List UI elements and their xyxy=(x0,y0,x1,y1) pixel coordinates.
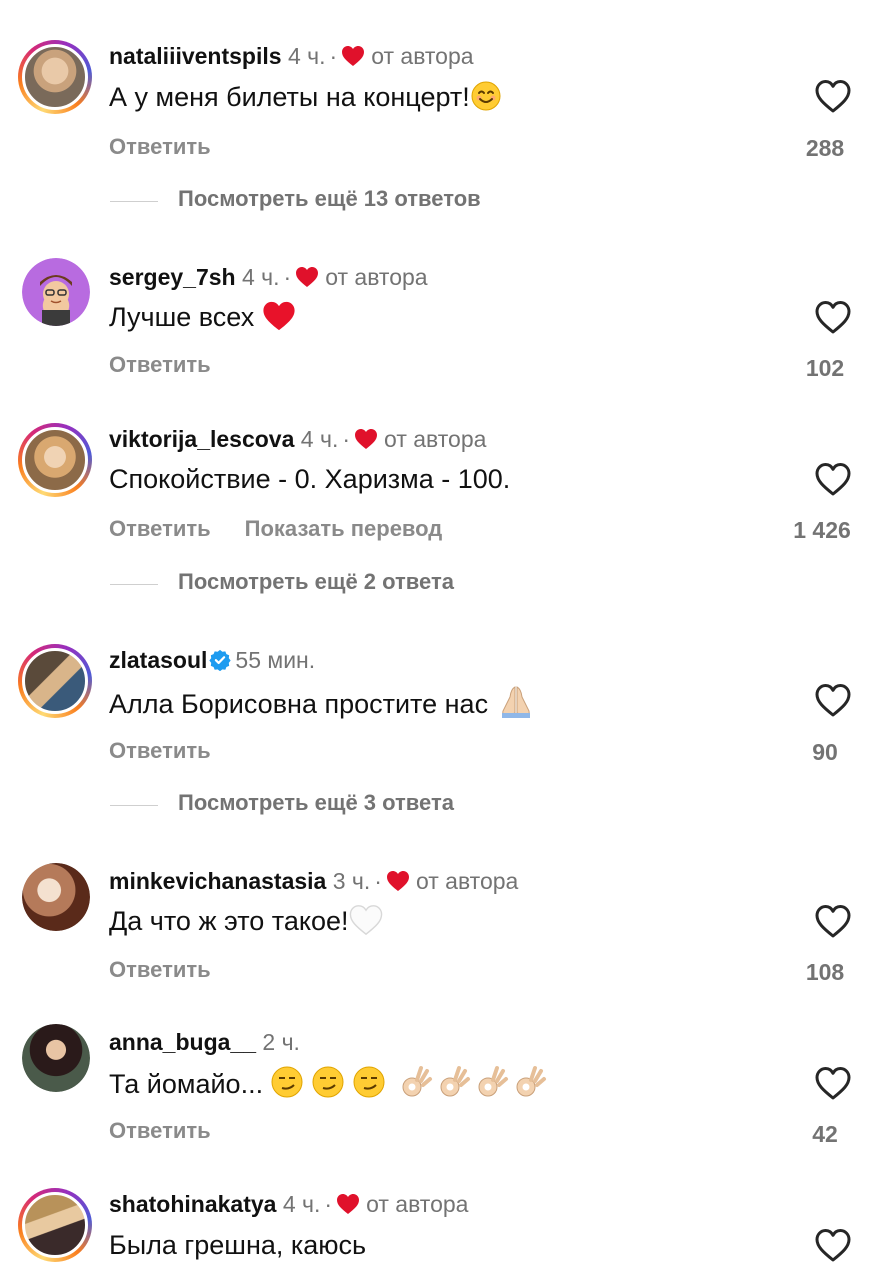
heart-outline-icon[interactable] xyxy=(814,461,852,497)
show-translation-button[interactable]: Показать перевод xyxy=(245,516,443,541)
comment-text-row: Алла Борисовна простите нас xyxy=(109,683,536,721)
view-more-replies-label[interactable]: Посмотреть ещё 13 ответов xyxy=(178,186,481,212)
like-count: 42 xyxy=(812,1121,838,1147)
comment-text: Та йомайо... xyxy=(109,1069,264,1099)
username[interactable]: viktorija_lescova xyxy=(109,426,294,452)
reply-button[interactable]: Ответить xyxy=(109,738,211,763)
reply-button[interactable]: Ответить xyxy=(109,1118,211,1143)
username[interactable]: zlatasoul xyxy=(109,647,207,673)
comment-actions: Ответить Показать перевод xyxy=(109,516,442,542)
comment-text: Да что ж это такое! xyxy=(109,906,349,936)
username[interactable]: shatohinakatya xyxy=(109,1191,276,1217)
author-liked-label: от автора xyxy=(325,264,428,290)
username[interactable]: anna_buga__ xyxy=(109,1029,256,1055)
username[interactable]: sergey_7sh xyxy=(109,264,236,290)
comment-meta: shatohinakatya 4 ч. · от автора xyxy=(109,1190,468,1218)
like-count: 90 xyxy=(812,739,838,765)
reply-button[interactable]: Ответить xyxy=(109,957,211,982)
avatar[interactable] xyxy=(22,863,90,931)
heart-filled-icon xyxy=(386,870,410,892)
reply-button[interactable]: Ответить xyxy=(109,134,211,159)
like-count: 1 426 xyxy=(793,517,851,543)
memoji-icon xyxy=(40,275,72,326)
comment-meta: sergey_7sh 4 ч. · от автора xyxy=(109,263,428,291)
comment-time: 2 ч. xyxy=(262,1029,300,1055)
comment-time: 4 ч. xyxy=(287,43,326,69)
comment-time: 3 ч. xyxy=(332,868,371,894)
view-more-replies[interactable]: Посмотреть ещё 3 ответа xyxy=(110,790,810,820)
white-heart-emoji-icon xyxy=(349,905,382,936)
author-liked-label: от автора xyxy=(366,1191,469,1217)
author-liked-label: от автора xyxy=(384,426,487,452)
avatar[interactable] xyxy=(18,1188,92,1262)
folded-hands-emoji-icon xyxy=(501,686,530,718)
heart-filled-icon xyxy=(341,45,365,67)
red-heart-emoji-icon xyxy=(263,301,295,331)
heart-outline-icon[interactable] xyxy=(814,78,852,114)
heart-filled-icon xyxy=(354,428,378,450)
comment-actions: Ответить xyxy=(109,738,211,764)
username[interactable]: nataliiiventspils xyxy=(109,43,282,69)
like-count: 288 xyxy=(805,135,845,161)
comment-meta: minkevichanastasia 3 ч. · от автора xyxy=(109,867,518,895)
heart-outline-icon[interactable] xyxy=(814,299,852,335)
view-more-replies[interactable]: Посмотреть ещё 13 ответов xyxy=(110,186,810,216)
smiling-face-emoji-icon xyxy=(471,81,501,111)
comment-time: 4 ч. xyxy=(241,264,280,290)
smirk-and-ok-hand-emojis-icon xyxy=(271,1066,546,1098)
comment-text-row: Спокойствие - 0. Харизма - 100. xyxy=(109,462,510,496)
comment-text-row: Та йомайо... xyxy=(109,1065,551,1101)
avatar[interactable] xyxy=(18,40,92,114)
separator: · xyxy=(342,426,351,452)
avatar[interactable] xyxy=(22,258,90,326)
comment-text: Алла Борисовна простите нас xyxy=(109,689,489,719)
view-more-replies[interactable]: Посмотреть ещё 2 ответа xyxy=(110,569,810,599)
heart-outline-icon[interactable] xyxy=(814,682,852,718)
comment-time: 4 ч. xyxy=(300,426,339,452)
username[interactable]: minkevichanastasia xyxy=(109,868,326,894)
separator: · xyxy=(329,43,338,69)
comment-text: А у меня билеты на концерт! xyxy=(109,82,470,112)
divider-line xyxy=(110,805,158,806)
heart-outline-icon[interactable] xyxy=(814,1227,852,1263)
avatar[interactable] xyxy=(22,1024,90,1092)
heart-filled-icon xyxy=(295,266,319,288)
comment-text: Была грешна, каюсь xyxy=(109,1230,367,1260)
author-liked-label: от автора xyxy=(371,43,474,69)
separator: · xyxy=(324,1191,333,1217)
comment-actions: Ответить xyxy=(109,134,211,160)
comment-meta: viktorija_lescova 4 ч. · от автора xyxy=(109,425,486,453)
comment-time: 4 ч. xyxy=(282,1191,321,1217)
comment-actions: Ответить xyxy=(109,352,211,378)
divider-line xyxy=(110,201,158,202)
comment-meta: zlatasoul 55 мин. xyxy=(109,646,315,674)
divider-line xyxy=(110,584,158,585)
comment-meta: nataliiiventspils 4 ч. · от автора xyxy=(109,42,474,70)
view-more-replies-label[interactable]: Посмотреть ещё 2 ответа xyxy=(178,569,454,595)
comment-text-row: Да что ж это такое! xyxy=(109,904,383,938)
heart-outline-icon[interactable] xyxy=(814,1065,852,1101)
comment-meta: anna_buga__ 2 ч. xyxy=(109,1028,300,1056)
comment-text: Спокойствие - 0. Харизма - 100. xyxy=(109,464,511,494)
reply-button[interactable]: Ответить xyxy=(109,516,211,541)
verified-badge-icon xyxy=(209,649,232,671)
view-more-replies-label[interactable]: Посмотреть ещё 3 ответа xyxy=(178,790,454,816)
comment-text-row: Была грешна, каюсь xyxy=(109,1228,366,1262)
heart-outline-icon[interactable] xyxy=(814,903,852,939)
comment-time: 55 мин. xyxy=(235,647,316,673)
avatar[interactable] xyxy=(18,644,92,718)
separator: · xyxy=(374,868,382,894)
reply-button[interactable]: Ответить xyxy=(109,352,211,377)
author-liked-label: от автора xyxy=(415,868,519,894)
comment-text: Лучше всех xyxy=(109,302,255,332)
like-count: 108 xyxy=(805,959,845,985)
heart-filled-icon xyxy=(336,1193,360,1215)
comment-actions: Ответить xyxy=(109,1118,211,1144)
comment-text-row: Лучше всех xyxy=(109,300,296,334)
separator: · xyxy=(283,264,292,290)
comment-actions: Ответить xyxy=(109,957,211,983)
avatar[interactable] xyxy=(18,423,92,497)
like-count: 102 xyxy=(805,355,845,381)
comment-text-row: А у меня билеты на концерт! xyxy=(109,80,502,114)
